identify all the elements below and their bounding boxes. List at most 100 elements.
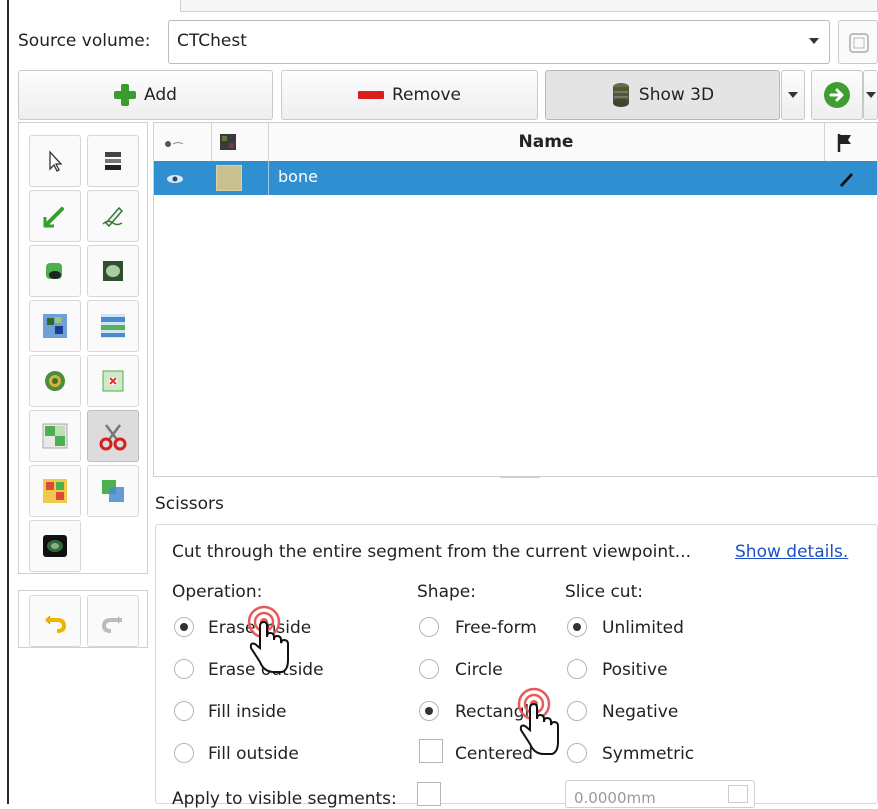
operation-erase-inside-radio[interactable] bbox=[174, 617, 194, 637]
operation-fill-outside-label[interactable]: Fill outside bbox=[208, 744, 299, 764]
chevron-down-icon bbox=[865, 92, 876, 98]
redo-button[interactable] bbox=[87, 595, 139, 647]
remove-segment-button[interactable]: Remove bbox=[281, 70, 538, 120]
chevron-down-icon bbox=[809, 38, 819, 44]
undo-button[interactable] bbox=[29, 595, 81, 647]
tool-draw[interactable] bbox=[87, 190, 139, 242]
hollow-icon bbox=[102, 370, 124, 392]
top-panel-edge bbox=[180, 0, 878, 12]
shape-free-form-label[interactable]: Free-form bbox=[455, 618, 537, 638]
apply-visible-checkbox[interactable] bbox=[417, 782, 441, 806]
tool-logical-operators[interactable] bbox=[87, 465, 139, 517]
grow-seeds-icon bbox=[43, 314, 67, 338]
color-column-icon bbox=[220, 134, 236, 150]
operation-fill-outside-radio[interactable] bbox=[174, 743, 194, 763]
slice-cut-negative-radio[interactable] bbox=[567, 701, 587, 721]
segment-color-swatch[interactable] bbox=[216, 165, 242, 191]
table-row[interactable]: bone bbox=[154, 161, 877, 195]
flag-icon bbox=[837, 134, 851, 152]
islands-icon bbox=[43, 479, 67, 503]
shape-circle-label[interactable]: Circle bbox=[455, 660, 503, 680]
slice-cut-unlimited-radio[interactable] bbox=[567, 617, 587, 637]
tool-paint[interactable] bbox=[29, 190, 81, 242]
shape-label: Shape: bbox=[417, 582, 476, 602]
segments-table-header: Name bbox=[154, 123, 877, 162]
add-icon bbox=[114, 84, 137, 106]
erase-icon bbox=[46, 263, 62, 279]
source-volume-combobox[interactable]: CTChest bbox=[168, 20, 830, 64]
show-3d-label: Show 3D bbox=[638, 85, 715, 105]
click-cursor-icon bbox=[517, 687, 559, 755]
volume-options-icon bbox=[849, 33, 869, 53]
tool-smoothing[interactable] bbox=[29, 410, 81, 462]
shape-circle-radio[interactable] bbox=[419, 659, 439, 679]
column-divider bbox=[268, 161, 269, 195]
show-3d-button[interactable]: Show 3D bbox=[545, 70, 780, 120]
mask-volume-icon bbox=[43, 535, 67, 557]
tool-level-tracing[interactable] bbox=[87, 245, 139, 297]
edit-pencil-icon bbox=[840, 173, 853, 187]
undo-icon bbox=[45, 615, 67, 633]
effects-toolbox bbox=[18, 122, 148, 574]
undo-redo-panel bbox=[18, 590, 148, 648]
slice-cut-positive-radio[interactable] bbox=[567, 659, 587, 679]
segments-table: Name bone bbox=[153, 122, 878, 477]
thickness-value: 0.0000mm bbox=[574, 789, 656, 807]
click-cursor-icon bbox=[247, 605, 289, 673]
tool-erase[interactable] bbox=[29, 245, 81, 297]
splitter-handle[interactable] bbox=[500, 477, 540, 481]
tool-none[interactable] bbox=[29, 135, 81, 187]
operation-fill-inside-label[interactable]: Fill inside bbox=[208, 702, 286, 722]
show-details-link[interactable]: Show details. bbox=[735, 542, 848, 562]
arrow-right-icon bbox=[824, 82, 850, 108]
visibility-eye-icon[interactable] bbox=[166, 173, 186, 185]
name-column-header[interactable]: Name bbox=[268, 132, 824, 152]
tool-margin[interactable] bbox=[29, 355, 81, 407]
remove-button-label: Remove bbox=[392, 85, 461, 105]
spin-up-button[interactable] bbox=[728, 785, 748, 803]
apply-visible-label: Apply to visible segments: bbox=[172, 789, 397, 809]
level-tracing-icon bbox=[103, 261, 123, 281]
slice-cut-negative-label[interactable]: Negative bbox=[602, 702, 678, 722]
slice-cut-symmetric-label[interactable]: Symmetric bbox=[602, 744, 694, 764]
tool-grow-from-seeds[interactable] bbox=[29, 300, 81, 352]
tool-hollow[interactable] bbox=[87, 355, 139, 407]
pointer-arrow-icon bbox=[49, 150, 63, 172]
remove-icon bbox=[358, 91, 384, 99]
segment-actions-button[interactable] bbox=[811, 70, 863, 120]
source-volume-label: Source volume: bbox=[18, 31, 151, 51]
slice-cut-label: Slice cut: bbox=[565, 582, 643, 602]
centered-checkbox[interactable] bbox=[419, 739, 443, 763]
operation-erase-outside-radio[interactable] bbox=[174, 659, 194, 679]
effect-title: Scissors bbox=[155, 494, 224, 514]
effect-description: Cut through the entire segment from the … bbox=[172, 542, 691, 562]
chevron-down-icon bbox=[788, 92, 798, 98]
paint-icon bbox=[43, 207, 64, 228]
source-volume-value: CTChest bbox=[177, 31, 247, 51]
shape-free-form-radio[interactable] bbox=[419, 617, 439, 637]
tool-paint-brush[interactable] bbox=[87, 135, 139, 187]
threshold-icon bbox=[105, 152, 121, 170]
draw-pen-icon bbox=[102, 206, 124, 228]
fill-between-slices-icon bbox=[101, 314, 125, 338]
operation-label: Operation: bbox=[172, 582, 263, 602]
slice-cut-positive-label[interactable]: Positive bbox=[602, 660, 668, 680]
segment-name[interactable]: bone bbox=[278, 167, 318, 186]
visibility-eye-icon bbox=[165, 141, 184, 147]
segment-actions-dropdown[interactable] bbox=[863, 70, 878, 120]
3d-model-icon bbox=[612, 83, 629, 107]
add-segment-button[interactable]: Add bbox=[18, 70, 273, 120]
operation-fill-inside-radio[interactable] bbox=[174, 701, 194, 721]
slice-cut-unlimited-label[interactable]: Unlimited bbox=[602, 618, 684, 638]
smoothing-icon bbox=[42, 423, 68, 449]
source-volume-options-button[interactable] bbox=[838, 20, 878, 64]
tool-mask-volume[interactable] bbox=[29, 520, 81, 572]
tool-fill-between-slices[interactable] bbox=[87, 300, 139, 352]
tool-scissors[interactable] bbox=[87, 410, 139, 462]
column-divider bbox=[824, 123, 825, 161]
slice-cut-symmetric-radio[interactable] bbox=[567, 743, 587, 763]
show-3d-dropdown[interactable] bbox=[781, 70, 805, 120]
column-divider bbox=[211, 123, 212, 161]
tool-islands[interactable] bbox=[29, 465, 81, 517]
shape-rectangle-radio[interactable] bbox=[419, 701, 439, 721]
